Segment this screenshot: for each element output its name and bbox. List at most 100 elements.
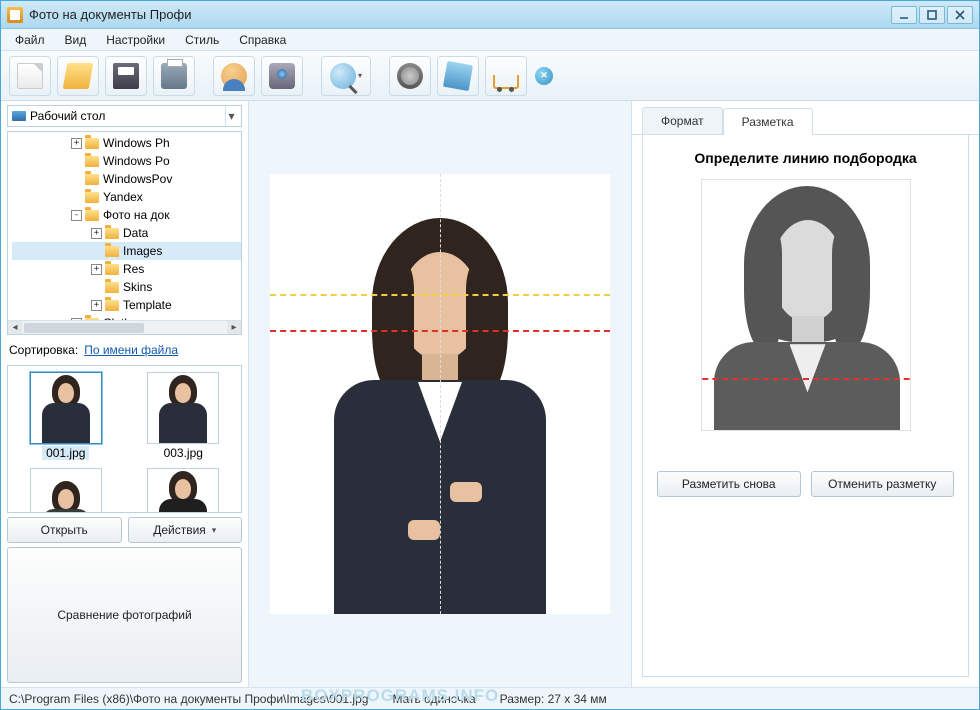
tab-format[interactable]: Формат [642,107,723,134]
menu-settings[interactable]: Настройки [98,31,173,49]
expand-icon[interactable]: + [91,228,102,239]
open-button[interactable]: Открыть [7,517,122,543]
thumbnail-image [147,372,219,444]
folder-icon [105,228,119,239]
center-guideline[interactable] [440,174,441,614]
tree-item[interactable]: + Windows Ph [12,134,241,152]
thumbnail-item[interactable]: 9.jpg [132,468,236,513]
tree-item[interactable]: + Template [12,296,241,314]
tool-zoom[interactable]: ▾ [321,56,371,96]
tree-item[interactable]: Yandex [12,188,241,206]
folder-icon [85,210,99,221]
tool-box[interactable] [437,56,479,96]
drive-icon [12,111,26,121]
thumbnail-label: 001.jpg [42,446,89,460]
thumbnail-panel: 001.jpg 003.jpg 6.jpg 9.jpg [7,365,242,513]
thumbnail-item[interactable]: 003.jpg [132,372,236,460]
tool-close-icon[interactable] [535,67,553,85]
tab-strip: Формат Разметка [632,101,979,135]
tab-markup[interactable]: Разметка [723,108,813,135]
thumbnail-item[interactable]: 6.jpg [14,468,118,513]
folder-icon [105,282,119,293]
tree-item-label: Yandex [103,188,143,206]
thumbnail-image [30,468,102,513]
maximize-button[interactable] [919,6,945,24]
thumbnail-label: 003.jpg [164,446,203,460]
preview-image[interactable] [701,179,911,431]
app-icon [7,7,23,23]
thumbnail-image [147,468,219,513]
tree-item-label: Фото на док [103,206,169,224]
tree-item[interactable]: Skins [12,278,241,296]
tool-cart[interactable] [485,56,527,96]
menubar: Файл Вид Настройки Стиль Справка [1,29,979,51]
toolbar: ▾ [1,51,979,101]
location-text: Рабочий стол [30,109,221,123]
tree-item-label: Template [123,296,172,314]
menu-file[interactable]: Файл [7,31,53,49]
tree-item-label: Images [123,242,162,260]
watermark: BOXPROGRAMS.INFO [301,686,499,706]
statusbar: C:\Program Files (x86)\Фото на документы… [1,687,979,709]
collapse-icon[interactable]: - [71,210,82,221]
window-title: Фото на документы Профи [29,7,891,22]
folder-icon [85,192,99,203]
tool-open[interactable] [57,56,99,96]
instruction-text: Определите линию подбородка [694,149,916,167]
tree-item[interactable]: Windows Po [12,152,241,170]
tree-item[interactable]: WindowsPov [12,170,241,188]
tool-print[interactable] [153,56,195,96]
folder-tree: + Windows PhWindows PoWindowsPovYandex - Фо… [7,131,242,335]
menu-help[interactable]: Справка [231,31,294,49]
scroll-thumb[interactable] [24,323,144,333]
sort-row: Сортировка: По имени файла [7,339,242,361]
tree-item[interactable]: + Res [12,260,241,278]
cancel-markup-button[interactable]: Отменить разметку [811,471,955,497]
location-dropdown-icon[interactable]: ▾ [225,106,237,126]
thumbnail-item[interactable]: 001.jpg [14,372,118,460]
folder-icon [105,300,119,311]
sort-link[interactable]: По имени файла [84,343,178,357]
actions-button[interactable]: Действия [128,517,243,543]
tree-item[interactable]: + Data [12,224,241,242]
status-size: Размер: 27 x 34 мм [500,692,607,706]
preview-chin-guideline[interactable] [701,378,911,380]
scroll-right-icon[interactable]: ▸ [227,321,241,334]
tree-item[interactable]: - Фото на док [12,206,241,224]
markup-again-button[interactable]: Разметить снова [657,471,801,497]
tool-camera[interactable] [261,56,303,96]
left-panel: Рабочий стол ▾ + Windows PhWindows PoWind… [1,101,249,687]
folder-icon [85,156,99,167]
expand-icon[interactable]: + [91,300,102,311]
tree-item-label: WindowsPov [103,170,172,188]
expand-icon[interactable]: + [91,264,102,275]
titlebar: Фото на документы Профи [1,1,979,29]
expand-icon[interactable]: + [71,138,82,149]
location-bar[interactable]: Рабочий стол ▾ [7,105,242,127]
tree-item-label: Windows Po [103,152,170,170]
folder-icon [105,264,119,275]
tree-item-label: Windows Ph [103,134,170,152]
main-photo[interactable] [270,174,610,614]
tree-item-label: Res [123,260,144,278]
tool-save[interactable] [105,56,147,96]
folder-icon [85,138,99,149]
compare-button[interactable]: Сравнение фотографий [7,547,242,683]
sort-label: Сортировка: [9,343,78,357]
menu-view[interactable]: Вид [57,31,95,49]
scroll-left-icon[interactable]: ◂ [8,321,22,334]
tree-item[interactable]: Images [12,242,241,260]
tool-person[interactable] [213,56,255,96]
tab-content: Определите линию подбородка Разметить сн… [642,135,969,677]
tree-hscrollbar[interactable]: ◂ ▸ [8,320,241,334]
tool-film[interactable] [389,56,431,96]
tree-item-label: Data [123,224,148,242]
thumbnail-image [30,372,102,444]
tool-new[interactable] [9,56,51,96]
right-panel: Формат Разметка Определите линию подборо… [631,101,979,687]
minimize-button[interactable] [891,6,917,24]
close-button[interactable] [947,6,973,24]
folder-icon [85,174,99,185]
menu-style[interactable]: Стиль [177,31,227,49]
tree-item-label: Skins [123,278,152,296]
